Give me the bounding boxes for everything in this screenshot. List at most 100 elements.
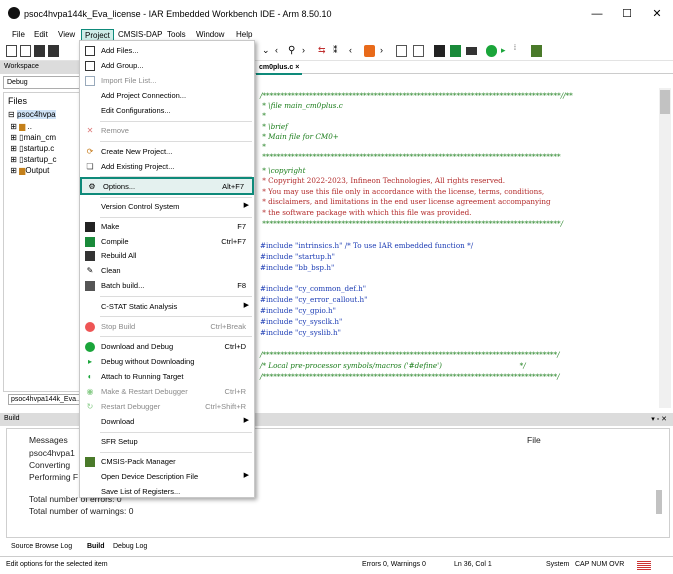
menu-item-version-control[interactable]: Version Control System ▶ — [80, 199, 254, 215]
step-icon[interactable]: ▸ — [501, 45, 512, 57]
tab-source-browse-log[interactable]: Source Browse Log — [9, 542, 74, 551]
menu-view[interactable]: View — [55, 29, 78, 41]
tree-item-file[interactable]: ⊞ ▯startup.c — [8, 144, 54, 153]
save-all-icon[interactable] — [48, 45, 59, 57]
gear-icon: ⚙ — [88, 182, 96, 191]
bookmark-icon[interactable]: ⁑ — [333, 45, 344, 57]
next-icon[interactable]: › — [380, 45, 391, 57]
tab-build[interactable]: Build — [85, 542, 107, 551]
rebuild-icon — [85, 251, 95, 261]
files-column-header: Files — [8, 96, 28, 106]
menu-item-add-group[interactable]: Add Group... — [80, 58, 254, 74]
configuration-select[interactable]: Debug — [3, 76, 82, 89]
menu-item-options[interactable]: ⚙ Options... Alt+F7 — [80, 177, 254, 195]
tree-item-project[interactable]: ⊟ psoc4hvpa — [8, 110, 56, 119]
tab-debug-log[interactable]: Debug Log — [111, 542, 149, 551]
workspace-tab[interactable]: psoc4hvpa144k_Eva... — [8, 394, 82, 405]
menu-item-attach-to-running-target[interactable]: ◐ Attach to Running Target — [80, 369, 254, 385]
status-position: Ln 36, Col 1 — [454, 561, 492, 568]
menu-item-sfr-setup[interactable]: SFR Setup — [80, 434, 254, 450]
menu-separator — [100, 217, 252, 218]
chip-icon[interactable] — [466, 47, 477, 55]
dropdown-icon[interactable]: ⁞ — [514, 45, 525, 57]
pack-toolbar-icon[interactable] — [531, 45, 542, 57]
code-line: ****************************************… — [260, 219, 563, 228]
status-errors: Errors 0, Warnings 0 — [362, 561, 426, 568]
play-icon[interactable] — [486, 45, 497, 57]
doc2-icon[interactable] — [413, 45, 424, 57]
make-restart-icon: ◉ — [86, 387, 94, 396]
add-group-icon — [85, 61, 95, 71]
editor-vertical-scrollbar[interactable] — [659, 88, 671, 408]
code-line: #include "cy_syslib.h" — [260, 328, 341, 337]
tree-item-folder[interactable]: ⊞ ▆ .. — [8, 122, 32, 131]
minimize-button[interactable]: — — [582, 4, 612, 24]
code-line: /***************************************… — [260, 91, 573, 100]
open-file-icon[interactable] — [20, 45, 31, 57]
menu-item-add-files[interactable]: Add Files... — [80, 43, 254, 59]
stop-icon — [85, 322, 95, 332]
new-file-icon[interactable] — [6, 45, 17, 57]
menu-item-edit-configurations[interactable]: Edit Configurations... — [80, 103, 254, 119]
menu-item-rebuild-all[interactable]: Rebuild All — [80, 248, 254, 264]
status-hint: Edit options for the selected item — [6, 561, 108, 568]
tree-item-label: .. — [27, 122, 32, 131]
tree-item-output[interactable]: ⊞ ▆Output — [8, 166, 49, 175]
build-scrollbar[interactable] — [656, 490, 662, 514]
pane-controls-icon[interactable]: ▾ ▫ ✕ — [651, 415, 667, 423]
menu-item-remove[interactable]: ✕ Remove — [80, 123, 254, 139]
menu-file[interactable]: File — [9, 29, 28, 41]
chevron-right-icon[interactable]: › — [302, 45, 313, 57]
shield-icon[interactable] — [364, 45, 375, 57]
menu-item-import-file-list[interactable]: Import File List... — [80, 73, 254, 89]
code-line: /* Local pre-processor symbols/macros ('… — [260, 361, 526, 370]
chevron-left-icon[interactable]: ‹ — [275, 45, 286, 57]
search-icon[interactable]: ⚲ — [288, 45, 299, 57]
menu-item-stop-build[interactable]: Stop Build Ctrl+Break — [80, 319, 254, 335]
menu-edit[interactable]: Edit — [31, 29, 51, 41]
code-line: * You may use this file only in accordan… — [260, 187, 545, 196]
close-button[interactable]: ✕ — [642, 4, 672, 24]
close-tab-icon[interactable]: × — [295, 64, 299, 71]
prev-icon[interactable]: ‹ — [349, 45, 360, 57]
tree-item-file[interactable]: ⊞ ▯main_cm — [8, 133, 56, 142]
nav-back-icon[interactable]: ⌄ — [262, 45, 273, 57]
chevron-right-icon: ▶ — [243, 302, 249, 309]
menu-item-make-restart-debugger[interactable]: ◉ Make & Restart Debugger Ctrl+R — [80, 384, 254, 400]
menu-item-restart-debugger[interactable]: ↻ Restart Debugger Ctrl+Shift+R — [80, 399, 254, 415]
menu-item-cmsis-pack-manager[interactable]: CMSIS-Pack Manager — [80, 454, 254, 470]
menu-item-clean[interactable]: ✎ Clean — [80, 263, 254, 279]
menu-item-open-device-description-file[interactable]: Open Device Description File ▶ — [80, 469, 254, 485]
menu-item-save-list-of-registers[interactable]: Save List of Registers... — [80, 484, 254, 500]
project-menu: Add Files... Add Group... Import File Li… — [79, 40, 255, 498]
flag-icon — [637, 561, 651, 570]
menu-item-batch-build[interactable]: Batch build... F8 — [80, 278, 254, 294]
doc-icon[interactable] — [396, 45, 407, 57]
menu-separator — [100, 452, 252, 453]
maximize-button[interactable]: ☐ — [612, 4, 642, 24]
tree-item-file[interactable]: ⊞ ▯startup_c — [8, 155, 56, 164]
debug-icon — [85, 342, 95, 352]
menu-item-debug-without-downloading[interactable]: ▸ Debug without Downloading — [80, 354, 254, 370]
status-bar: Edit options for the selected item Error… — [0, 556, 673, 574]
code-line: * \brief — [260, 122, 288, 131]
editor-tab[interactable]: cm0plus.c × — [256, 62, 303, 75]
save-icon[interactable] — [34, 45, 45, 57]
code-editor[interactable]: /***************************************… — [254, 88, 659, 403]
goto-icon[interactable]: ⇆ — [318, 45, 329, 57]
code-line: * disclaimers, and limitations in the en… — [260, 197, 551, 206]
menu-item-make[interactable]: Make F7 — [80, 219, 254, 235]
menu-item-add-existing-project[interactable]: ❏ Add Existing Project... — [80, 159, 254, 175]
menu-item-download[interactable]: Download ▶ — [80, 414, 254, 430]
rebuild-toolbar-icon[interactable] — [450, 45, 461, 57]
window-title: psoc4hvpa144k_Eva_license - IAR Embedded… — [24, 9, 332, 19]
menu-item-create-new-project[interactable]: ⟳ Create New Project... — [80, 144, 254, 160]
menu-item-c-stat[interactable]: C-STAT Static Analysis ▶ — [80, 299, 254, 315]
build-title: Build — [4, 415, 20, 422]
menu-item-download-and-debug[interactable]: Download and Debug Ctrl+D — [80, 339, 254, 355]
scrollbar-thumb[interactable] — [660, 90, 670, 114]
make-toolbar-icon[interactable] — [434, 45, 445, 57]
code-line: #include "intrinsics.h" /* To use IAR em… — [260, 241, 474, 250]
menu-item-add-project-connection[interactable]: Add Project Connection... — [80, 88, 254, 104]
messages-column-header: Messages — [29, 435, 68, 445]
